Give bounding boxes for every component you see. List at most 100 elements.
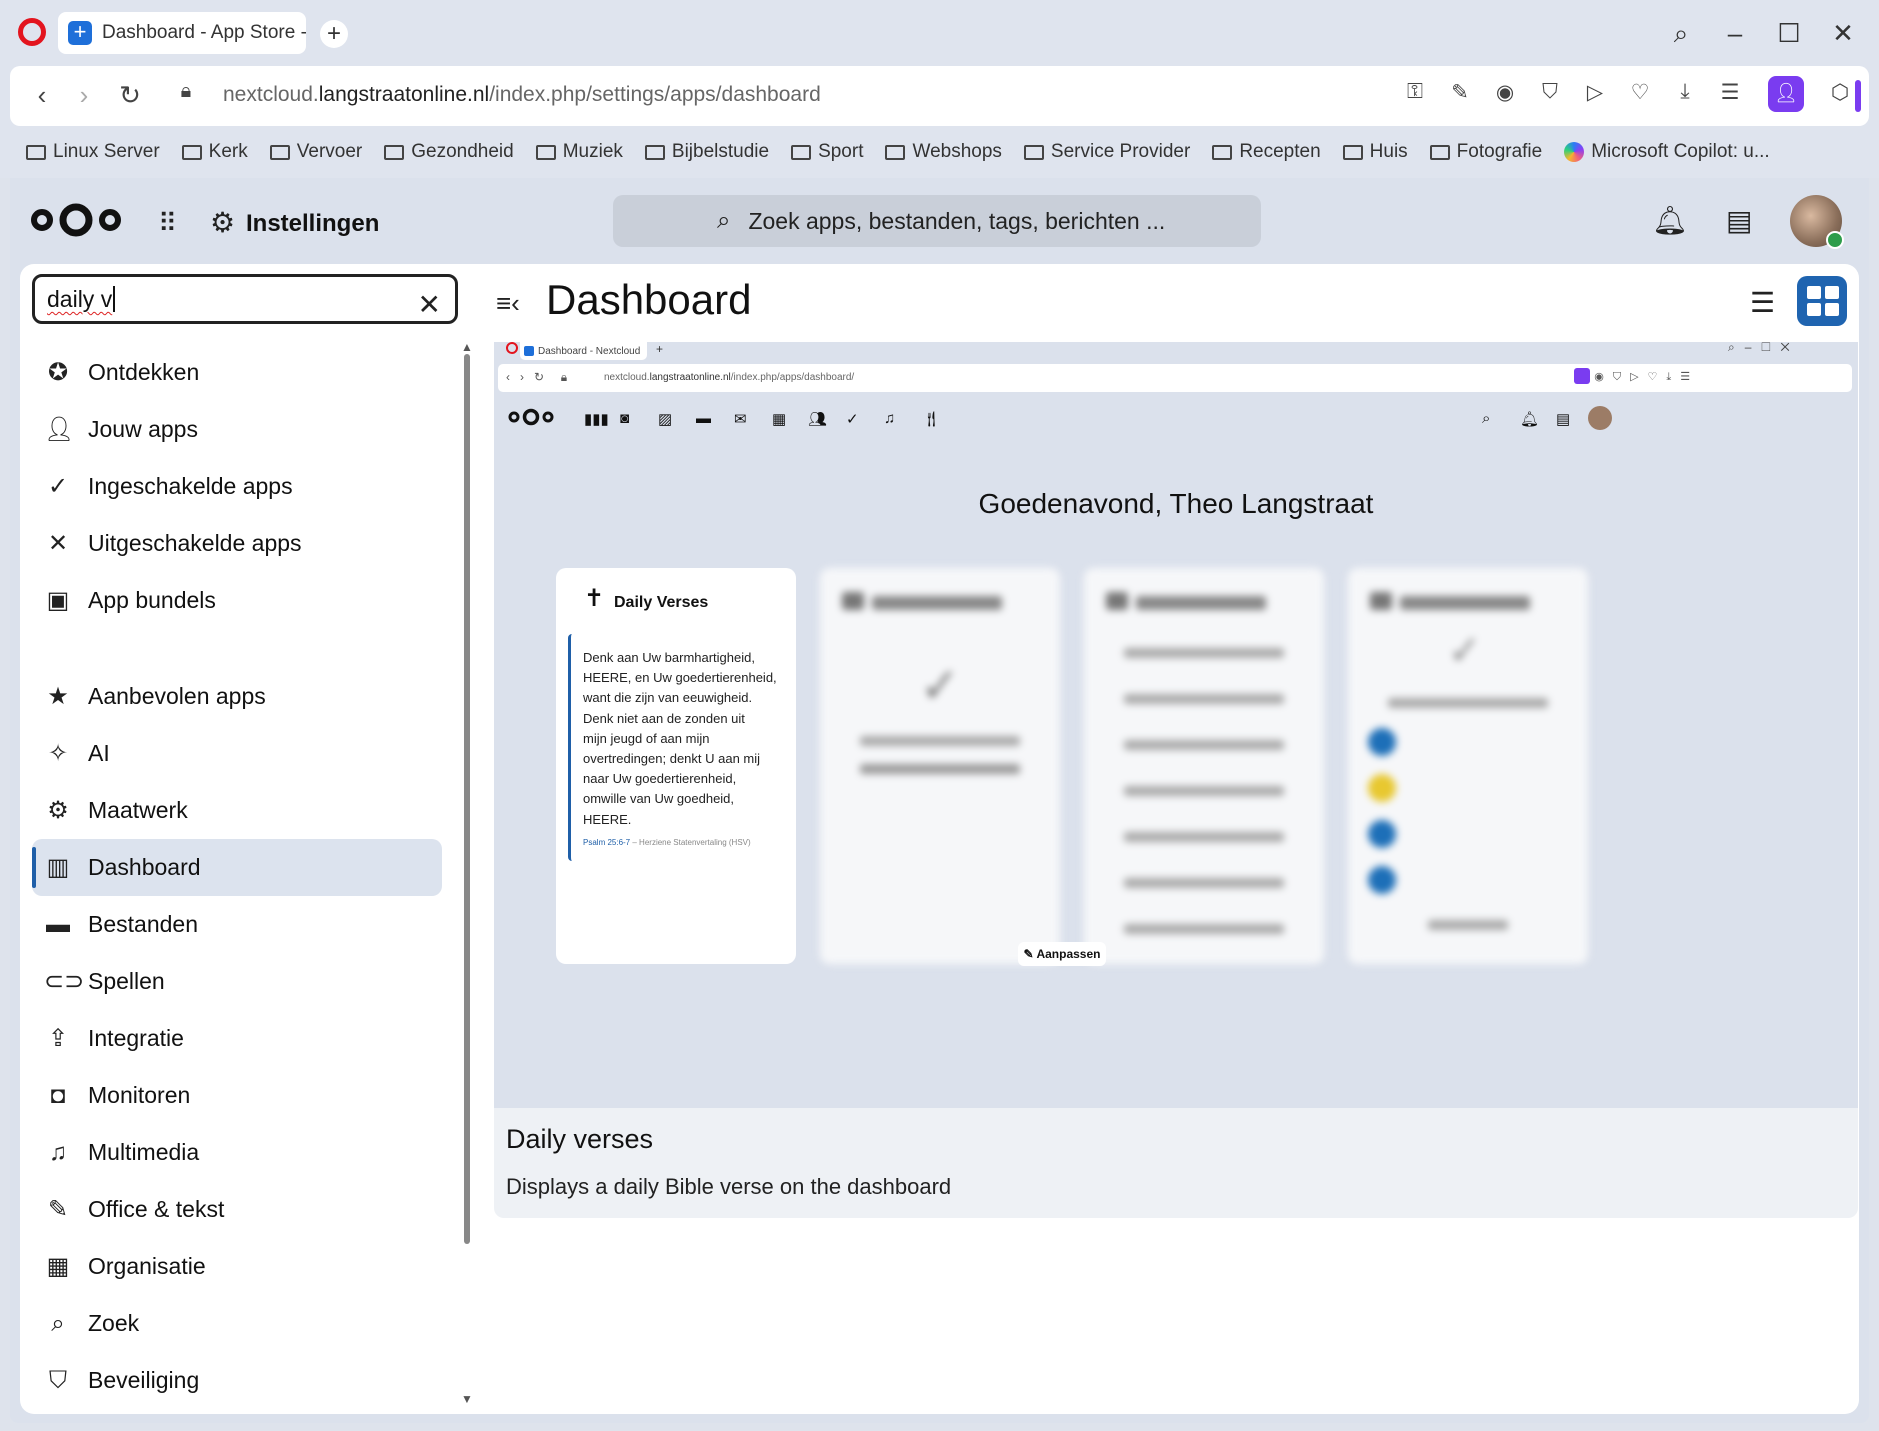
bookmark-item[interactable]: Vervoer bbox=[269, 141, 362, 163]
edit-icon[interactable]: ✎ bbox=[1445, 80, 1475, 105]
blurred-widget bbox=[1084, 568, 1324, 964]
folder-icon: ▬ bbox=[46, 910, 70, 938]
url-field[interactable]: nextcloud.langstraatonline.nl/index.php/… bbox=[223, 83, 821, 107]
bookmarks-bar: Linux Server Kerk Vervoer Gezondheid Muz… bbox=[0, 130, 1879, 174]
scroll-up-arrow[interactable]: ▲ bbox=[461, 340, 472, 354]
key-icon[interactable]: ⚿ bbox=[1400, 80, 1430, 104]
nav-item-ai[interactable]: ✧ AI bbox=[32, 725, 442, 782]
minimize-button[interactable]: – bbox=[1718, 16, 1752, 50]
folder-icon bbox=[269, 144, 290, 160]
blurred-row bbox=[1124, 786, 1284, 796]
unified-search[interactable]: ⌕ Zoek apps, bestanden, tags, berichten … bbox=[613, 195, 1261, 247]
bookmark-item[interactable]: Gezondheid bbox=[384, 141, 514, 163]
nav-label: Zoek bbox=[88, 1310, 140, 1336]
bookmark-item[interactable]: Service Provider bbox=[1023, 141, 1190, 163]
send-icon[interactable]: ▷ bbox=[1580, 80, 1610, 105]
nav-item-spellen[interactable]: ⊂⊃ Spellen bbox=[32, 953, 442, 1010]
verse-translation: – Herziene Statenvertaling (HSV) bbox=[632, 837, 751, 847]
bookmark-item[interactable]: Huis bbox=[1342, 141, 1408, 163]
blurred-row bbox=[1124, 648, 1284, 658]
check-icon: ✓ bbox=[1448, 629, 1482, 673]
opera-logo-icon[interactable] bbox=[18, 18, 46, 46]
scrollbar[interactable] bbox=[464, 354, 470, 1244]
settings-sliders-icon[interactable]: ☰ bbox=[1715, 80, 1745, 105]
tab-bar: + Dashboard - App Store - N + ⌕ – ☐ ✕ bbox=[0, 0, 1879, 64]
calendar-app-icon: ▦ bbox=[772, 411, 787, 428]
gear-icon[interactable]: ⚙ bbox=[210, 206, 235, 239]
avatar[interactable] bbox=[1790, 195, 1844, 249]
check-icon: ✓ bbox=[47, 473, 69, 500]
contacts-menu-icon[interactable]: ▤ bbox=[1726, 204, 1752, 237]
close-icon: ✕ bbox=[47, 530, 69, 557]
camera-icon[interactable]: ◉ bbox=[1490, 80, 1520, 105]
back-button[interactable]: ‹ bbox=[26, 80, 58, 111]
bookmark-copilot[interactable]: Microsoft Copilot: u... bbox=[1564, 141, 1770, 163]
gamepad-icon: ⊂⊃ bbox=[44, 968, 85, 995]
bookmark-item[interactable]: Bijbelstudie bbox=[644, 141, 769, 163]
app-menu-grid-icon[interactable]: ⠿ bbox=[158, 208, 177, 239]
heart-icon[interactable]: ♡ bbox=[1625, 80, 1655, 105]
nav-item-zoek[interactable]: ⌕ Zoek bbox=[32, 1295, 442, 1352]
tab-favicon-icon bbox=[524, 346, 534, 356]
bookmark-item[interactable]: Recepten bbox=[1212, 141, 1321, 163]
nav-item-ontdekken[interactable]: ✪ Ontdekken bbox=[32, 344, 442, 401]
nav-label: Office & tekst bbox=[88, 1196, 225, 1222]
nav-item-maatwerk[interactable]: ⚙ Maatwerk bbox=[32, 782, 442, 839]
browser-tab-active[interactable]: + Dashboard - App Store - N bbox=[58, 12, 306, 54]
nav-item-organisatie[interactable]: ▦ Organisatie bbox=[32, 1238, 442, 1295]
scroll-down-arrow[interactable]: ▼ bbox=[461, 1392, 472, 1406]
search-tabs-icon[interactable]: ⌕ bbox=[1664, 16, 1698, 50]
bookmark-item[interactable]: Webshops bbox=[885, 141, 1002, 163]
url-prefix: nextcloud. bbox=[604, 372, 650, 383]
profile-icon[interactable]: 👤︎ bbox=[1768, 76, 1804, 112]
nav-item-app-bundels[interactable]: ▣ App bundels bbox=[32, 572, 442, 629]
cross-icon: ✝ bbox=[584, 585, 605, 612]
bookmark-item[interactable]: Linux Server bbox=[26, 141, 160, 163]
bookmark-item[interactable]: Sport bbox=[791, 141, 863, 163]
new-tab-button[interactable]: + bbox=[320, 20, 348, 48]
nav-label: Multimedia bbox=[88, 1139, 200, 1165]
toggle-navigation-icon[interactable]: ≡‹ bbox=[496, 288, 520, 319]
nav-item-monitoren[interactable]: ◘ Monitoren bbox=[32, 1067, 442, 1124]
nav-item-multimedia[interactable]: ♫ Multimedia bbox=[32, 1124, 442, 1181]
clear-search-icon[interactable]: ✕ bbox=[418, 283, 441, 327]
nav-item-uitgeschakelde-apps[interactable]: ✕ Uitgeschakelde apps bbox=[32, 515, 442, 572]
nav-item-dashboard[interactable]: ▥ Dashboard bbox=[32, 839, 442, 896]
bookmark-item[interactable]: Muziek bbox=[535, 141, 623, 163]
app-description: Displays a daily Bible verse on the dash… bbox=[506, 1174, 952, 1199]
grid-view-button[interactable] bbox=[1797, 276, 1847, 326]
nav-item-beveiliging[interactable]: ⛉ Beveiliging bbox=[32, 1352, 442, 1409]
nav-item-aanbevolen-apps[interactable]: ★ Aanbevolen apps bbox=[32, 668, 442, 725]
settings-app-title[interactable]: Instellingen bbox=[246, 210, 379, 238]
forward-button[interactable]: › bbox=[68, 80, 100, 111]
nav-item-jouw-apps[interactable]: 👤︎ Jouw apps bbox=[32, 401, 442, 458]
images-app-icon: ▨ bbox=[658, 411, 673, 428]
search-icon: ⌕ – ☐ ✕ bbox=[1728, 342, 1790, 354]
multimedia-icon: ♫ bbox=[49, 1138, 67, 1166]
bookmark-item[interactable]: Fotografie bbox=[1429, 141, 1543, 163]
nav-item-office-tekst[interactable]: ✎ Office & tekst bbox=[32, 1181, 442, 1238]
nav-item-ingeschakelde-apps[interactable]: ✓ Ingeschakelde apps bbox=[32, 458, 442, 515]
cube-icon[interactable]: ⬡ bbox=[1825, 80, 1855, 105]
blurred-row bbox=[1124, 878, 1284, 888]
filter-icon[interactable]: ☰ bbox=[1750, 286, 1775, 319]
nav-item-bestanden[interactable]: ▬ Bestanden bbox=[32, 896, 442, 953]
bookmark-item[interactable]: Kerk bbox=[181, 141, 248, 163]
sparkle-icon: ✧ bbox=[47, 740, 69, 767]
bookmark-label: Fotografie bbox=[1456, 141, 1543, 162]
nav-label: Aanbevolen apps bbox=[88, 683, 266, 709]
nav-item-integratie[interactable]: ⇪ Integratie bbox=[32, 1010, 442, 1067]
app-search-input[interactable]: daily v ✕ bbox=[32, 274, 458, 324]
download-icon[interactable]: ⤓ bbox=[1670, 80, 1700, 104]
notifications-bell-icon[interactable]: 🔔︎ bbox=[1652, 204, 1688, 237]
lock-icon[interactable]: 🔒︎ bbox=[170, 80, 202, 103]
blurred-icon bbox=[1370, 592, 1392, 610]
screenshot-tab-title: Dashboard - Nextcloud bbox=[538, 345, 641, 357]
shield-check-icon[interactable]: ⛉ bbox=[1535, 80, 1565, 104]
reload-button[interactable]: ↻ bbox=[114, 80, 146, 111]
maximize-button[interactable]: ☐ bbox=[1772, 16, 1806, 50]
tab-title: Dashboard - App Store - N bbox=[102, 22, 306, 43]
nav-arrows-icon: ‹ › ↻ 🔒︎ bbox=[506, 370, 568, 384]
nextcloud-logo-icon[interactable] bbox=[30, 202, 122, 238]
close-window-button[interactable]: ✕ bbox=[1826, 16, 1860, 50]
